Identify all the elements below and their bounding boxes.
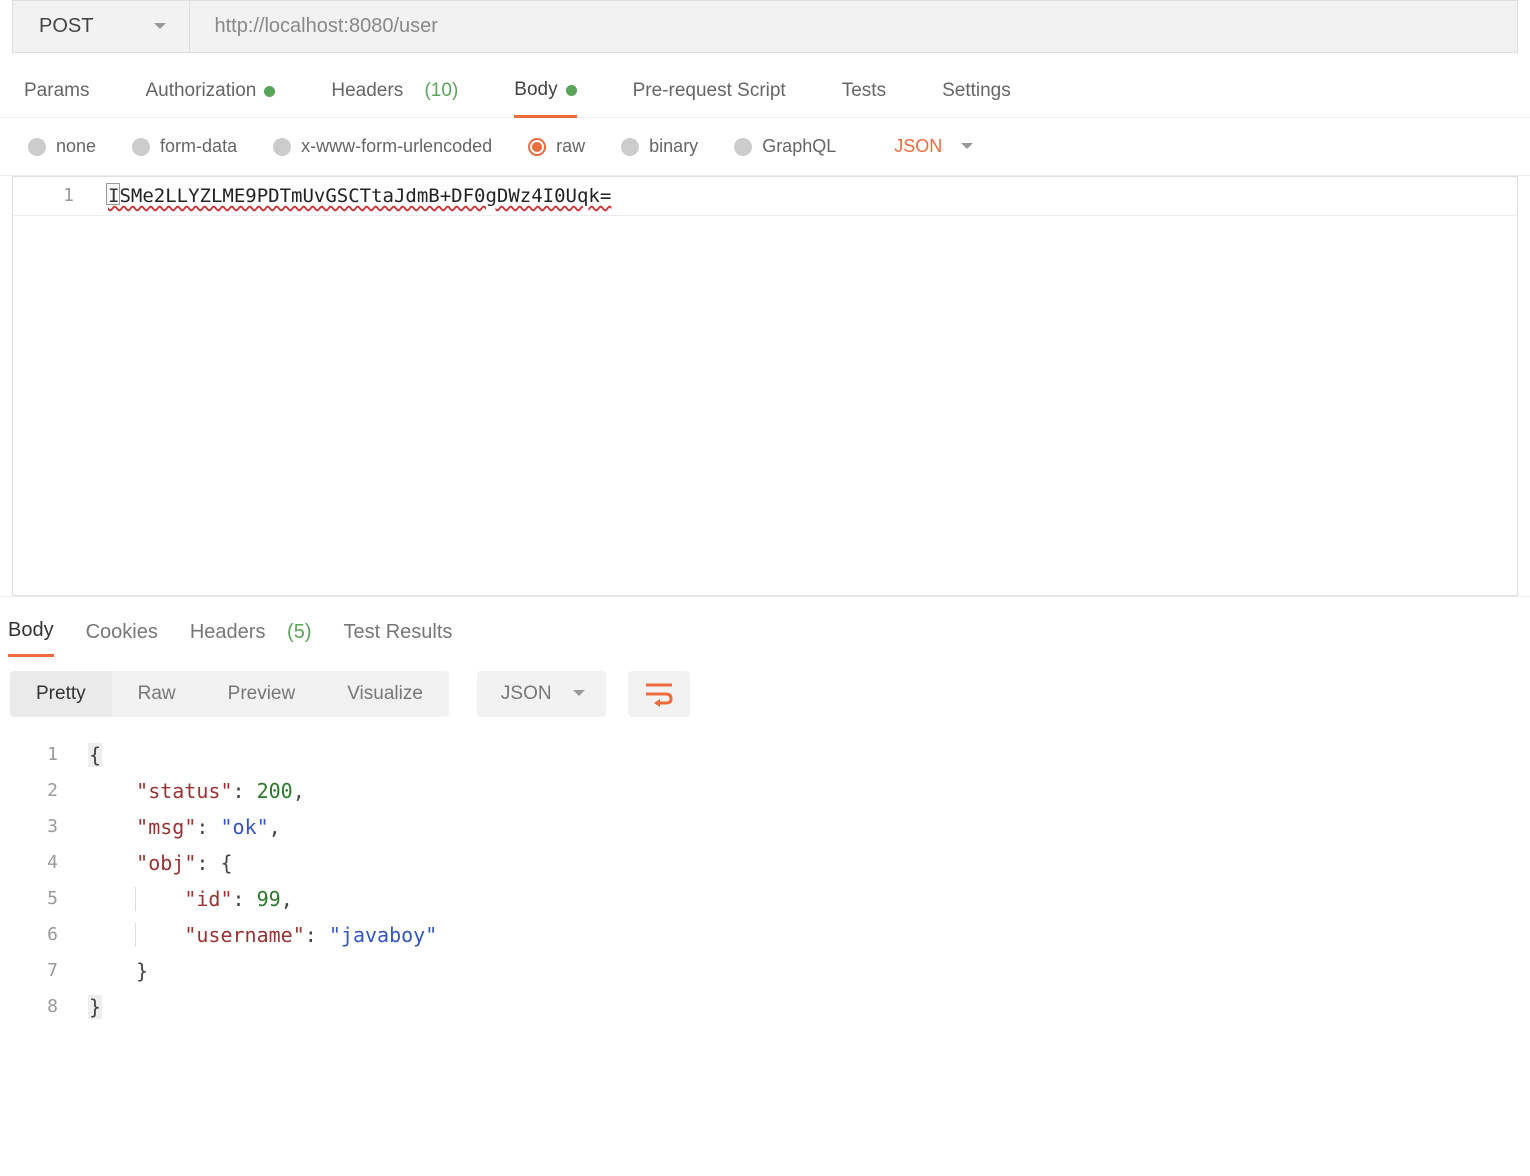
- resp-line: 6 "username": "javaboy": [0, 917, 1530, 953]
- response-tabs: Body Cookies Headers (5) Test Results: [0, 596, 1530, 657]
- tab-tests[interactable]: Tests: [842, 79, 886, 117]
- resp-tab-testresults[interactable]: Test Results: [343, 619, 452, 657]
- body-type-row: none form-data x-www-form-urlencoded raw…: [0, 118, 1530, 176]
- body-lang-label: JSON: [894, 136, 942, 157]
- wrap-lines-button[interactable]: [628, 671, 690, 717]
- resp-line: 2 "status": 200,: [0, 773, 1530, 809]
- radio-none[interactable]: none: [28, 136, 96, 157]
- chevron-down-icon: [960, 142, 974, 152]
- resp-headers-count: (5): [287, 621, 311, 644]
- tab-authorization[interactable]: Authorization: [145, 79, 275, 117]
- request-body-editor[interactable]: 1 ISMe2LLYZLME9PDTmUvGSCTtaJdmB+DF0gDWz4…: [12, 176, 1518, 596]
- method-select[interactable]: POST: [13, 1, 190, 52]
- url-input[interactable]: [190, 1, 1517, 52]
- radio-binary[interactable]: binary: [621, 136, 698, 157]
- tab-headers[interactable]: Headers (10): [331, 79, 458, 117]
- resp-line: 8 }: [0, 989, 1530, 1025]
- tab-settings[interactable]: Settings: [942, 79, 1011, 117]
- radio-formdata[interactable]: form-data: [132, 136, 237, 157]
- view-tabs: Pretty Raw Preview Visualize: [10, 671, 449, 717]
- radio-graphql[interactable]: GraphQL: [734, 136, 836, 157]
- request-tabs: Params Authorization Headers (10) Body P…: [0, 53, 1530, 118]
- response-body[interactable]: 1 { 2 "status": 200, 3 "msg": "ok", 4 "o…: [0, 731, 1530, 1031]
- tab-params[interactable]: Params: [24, 79, 89, 117]
- resp-tab-headers[interactable]: Headers (5): [190, 619, 312, 657]
- response-lang-label: JSON: [501, 683, 552, 705]
- status-dot-icon: [566, 85, 577, 96]
- resp-line: 3 "msg": "ok",: [0, 809, 1530, 845]
- radio-raw[interactable]: raw: [528, 136, 585, 157]
- view-tab-visualize[interactable]: Visualize: [321, 671, 449, 717]
- headers-count: (10): [424, 80, 458, 102]
- tab-prerequest[interactable]: Pre-request Script: [633, 79, 786, 117]
- request-body-line[interactable]: ISMe2LLYZLME9PDTmUvGSCTtaJdmB+DF0gDWz4I0…: [108, 177, 611, 215]
- request-body-content: ISMe2LLYZLME9PDTmUvGSCTtaJdmB+DF0gDWz4I0…: [108, 185, 611, 207]
- view-tab-pretty[interactable]: Pretty: [10, 671, 112, 717]
- body-lang-select[interactable]: JSON: [894, 136, 974, 157]
- wrap-icon: [644, 681, 674, 707]
- chevron-down-icon: [153, 22, 167, 32]
- chevron-down-icon: [572, 689, 586, 699]
- tab-body[interactable]: Body: [514, 79, 576, 118]
- request-bar: POST: [12, 0, 1518, 53]
- view-tab-preview[interactable]: Preview: [202, 671, 322, 717]
- response-lang-select[interactable]: JSON: [477, 671, 606, 717]
- response-toolbar: Pretty Raw Preview Visualize JSON: [0, 657, 1530, 731]
- resp-line: 5 "id": 99,: [0, 881, 1530, 917]
- text-cursor-icon: [106, 183, 120, 205]
- radio-xwww[interactable]: x-www-form-urlencoded: [273, 136, 492, 157]
- resp-tab-cookies[interactable]: Cookies: [86, 619, 158, 657]
- resp-line: 4 "obj": {: [0, 845, 1530, 881]
- resp-line: 7 }: [0, 953, 1530, 989]
- method-label: POST: [39, 15, 93, 38]
- resp-tab-body[interactable]: Body: [8, 619, 54, 657]
- resp-line: 1 {: [0, 737, 1530, 773]
- view-tab-raw[interactable]: Raw: [112, 671, 202, 717]
- status-dot-icon: [264, 86, 275, 97]
- line-number: 1: [13, 177, 108, 215]
